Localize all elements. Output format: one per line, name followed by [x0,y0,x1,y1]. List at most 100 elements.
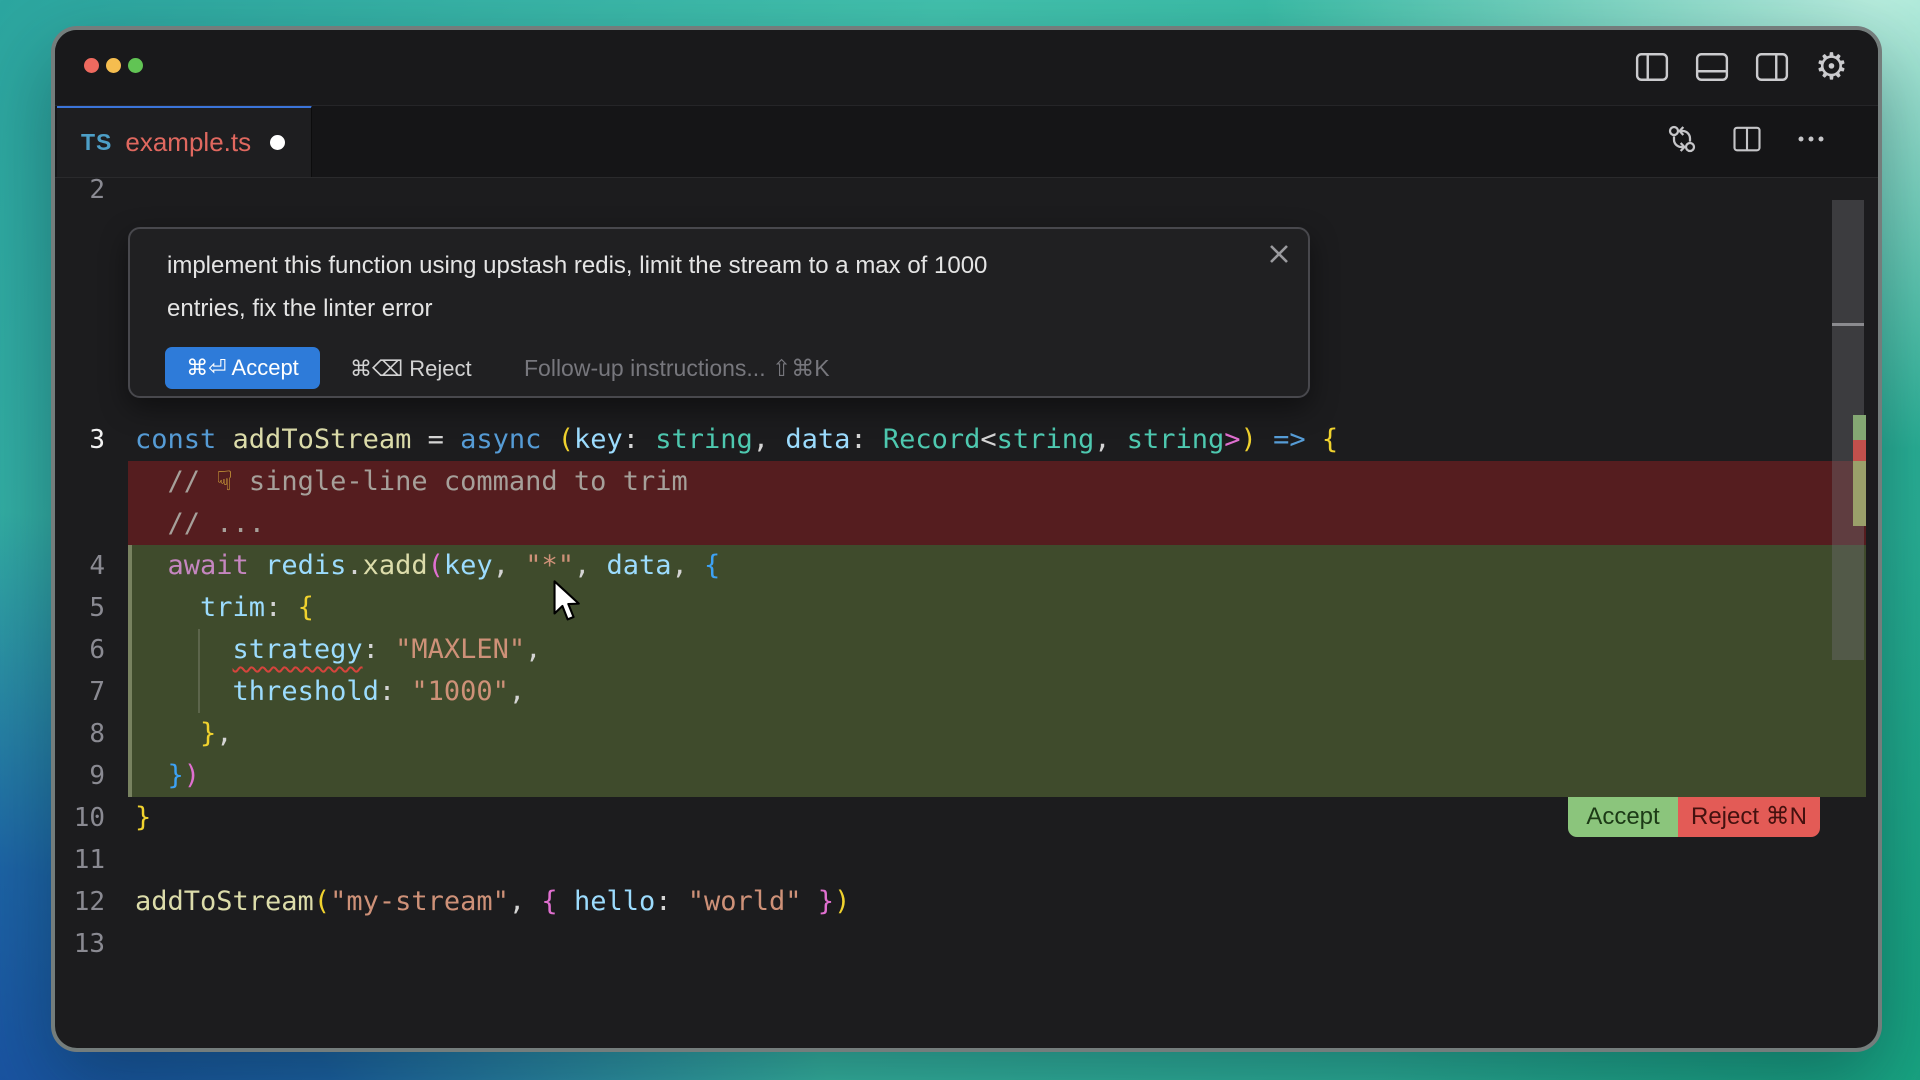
code-token: } [135,802,151,833]
close-icon[interactable] [1266,241,1292,267]
tab-example-ts[interactable]: TS example.ts [57,105,312,177]
code-token: , [509,676,525,707]
close-window-button[interactable] [84,58,99,73]
code-token: "my-stream" [330,886,509,917]
line-number: 13 [55,923,105,965]
code-token [249,550,265,581]
toggle-right-panel-icon[interactable] [1755,52,1789,82]
code-token: , [672,550,705,581]
code-line[interactable]: }) [135,755,200,797]
code-line[interactable]: addToStream("my-stream", { hello: "world… [135,881,850,923]
code-token: ☟ [216,466,232,497]
editor-area[interactable]: 23const addToStream = async (key: string… [55,30,1878,1048]
open-changes-icon[interactable] [1666,123,1698,160]
editor-window: 23const addToStream = async (key: string… [51,26,1882,1052]
code-token: > [1224,424,1240,455]
code-token: threshold [233,676,379,707]
code-token [1306,424,1322,455]
code-token: ( [428,550,444,581]
code-token: single-line command to trim [233,466,688,497]
code-token: = [411,424,460,455]
code-token [541,424,557,455]
code-token [135,760,168,791]
code-token: . [346,550,362,581]
toggle-bottom-panel-icon[interactable] [1695,52,1729,82]
code-token: xadd [363,550,428,581]
code-token: ( [558,424,574,455]
settings-gear-icon[interactable]: ⚙ [1815,48,1848,86]
code-token [135,592,200,623]
overview-modified-marker [1853,461,1866,526]
code-line[interactable]: trim: { [135,587,314,629]
code-token: , [574,550,607,581]
code-line[interactable]: // ☟ single-line command to trim [135,461,688,503]
code-token [135,634,233,665]
code-token: } [818,886,834,917]
code-line[interactable]: threshold: "1000", [135,671,525,713]
line-number: 6 [55,629,105,671]
prompt-text-line1: implement this function using upstash re… [167,251,987,281]
code-token: { [298,592,314,623]
line-number [55,503,105,545]
code-line[interactable]: // ... [135,503,265,545]
code-token: await [168,550,249,581]
split-editor-icon[interactable] [1732,124,1762,159]
code-line[interactable]: }, [135,713,233,755]
code-token: key [444,550,493,581]
accept-button[interactable]: ⌘⏎ Accept [165,347,320,389]
code-token: "world" [688,886,802,917]
code-token: ) [184,760,200,791]
code-token: , [493,550,526,581]
code-token: : [655,886,688,917]
minimize-window-button[interactable] [106,58,121,73]
code-token: , [525,634,541,665]
code-token: string [1127,424,1225,455]
line-number: 10 [55,797,105,839]
code-token: , [753,424,786,455]
diff-action-bar: Accept Reject ⌘N [1568,797,1820,837]
modified-dot-icon[interactable] [270,135,285,150]
diff-accept-button[interactable]: Accept [1568,797,1678,837]
code-token: , [1094,424,1127,455]
code-token: string [997,424,1095,455]
followup-instructions-input[interactable]: Follow-up instructions... ⇧⌘K [524,355,830,382]
code-token [802,886,818,917]
zoom-window-button[interactable] [128,58,143,73]
code-token: trim [200,592,265,623]
code-token: ) [834,886,850,917]
code-token [135,676,233,707]
code-token: < [980,424,996,455]
line-number: 8 [55,713,105,755]
code-line[interactable]: strategy: "MAXLEN", [135,629,541,671]
diff-removed-line-bg [128,503,1866,545]
code-token: data [607,550,672,581]
code-token: "1000" [411,676,509,707]
toggle-left-panel-icon[interactable] [1635,52,1669,82]
code-line[interactable]: } [135,797,151,839]
line-number: 7 [55,671,105,713]
overview-added-marker [1853,415,1866,440]
diff-reject-button[interactable]: Reject ⌘N [1678,797,1820,837]
code-token: } [168,760,184,791]
code-token: "*" [525,550,574,581]
code-token: : [379,676,412,707]
scrollbar-marker-line [1832,323,1864,326]
more-actions-icon[interactable] [1796,124,1826,159]
tab-bar: TS example.ts [55,105,1878,178]
added-block-gutter-marker [128,545,132,797]
code-token: string [655,424,753,455]
inline-ai-prompt-widget: implement this function using upstash re… [128,227,1310,398]
code-token [1257,424,1273,455]
title-bar[interactable]: ⚙ [55,30,1878,106]
code-line[interactable]: await redis.xadd(key, "*", data, { [135,545,720,587]
diff-added-line-bg [128,755,1866,797]
code-token [216,424,232,455]
code-token [135,466,168,497]
code-token: addToStream [135,886,314,917]
code-token: { [541,886,557,917]
code-token: { [1322,424,1338,455]
line-number: 12 [55,881,105,923]
reject-button[interactable]: ⌘⌫ Reject [350,356,472,382]
code-line[interactable]: const addToStream = async (key: string, … [135,419,1338,461]
diff-added-line-bg [128,713,1866,755]
